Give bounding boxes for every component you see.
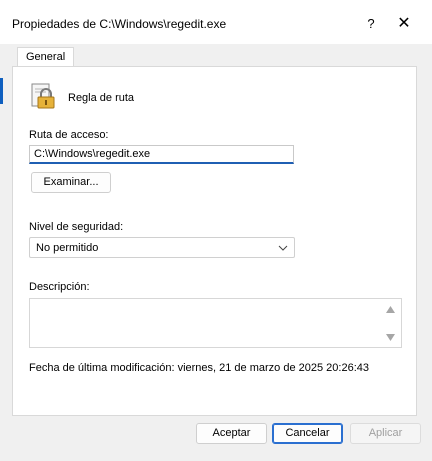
security-level-label: Nivel de seguridad: <box>29 221 124 233</box>
cancel-button[interactable]: Cancelar <box>272 423 343 444</box>
title-bar: Propiedades de C:\Windows\regedit.exe ? … <box>0 0 432 44</box>
apply-button[interactable]: Aplicar <box>350 423 421 444</box>
rule-title: Regla de ruta <box>68 92 135 104</box>
tab-strip: General <box>0 44 432 68</box>
window-title: Propiedades de C:\Windows\regedit.exe <box>12 17 227 31</box>
close-button[interactable]: ✕ <box>392 13 416 35</box>
security-level-select[interactable]: No permitido <box>29 237 295 258</box>
path-input[interactable] <box>29 145 294 164</box>
browse-button[interactable]: Examinar... <box>31 172 111 193</box>
scroll-up-arrow-icon[interactable] <box>386 306 395 313</box>
security-level-value: No permitido <box>36 242 99 254</box>
help-button[interactable]: ? <box>360 13 382 35</box>
lock-document-icon <box>31 83 55 109</box>
description-textarea[interactable] <box>29 298 402 348</box>
description-label: Descripción: <box>29 281 90 293</box>
path-label: Ruta de acceso: <box>29 129 109 141</box>
ok-button[interactable]: Aceptar <box>196 423 267 444</box>
focus-accent-bar <box>0 78 3 104</box>
tab-general[interactable]: General <box>17 47 75 68</box>
chevron-down-icon <box>278 245 288 251</box>
scroll-down-arrow-icon[interactable] <box>386 334 395 341</box>
last-modified-text: Fecha de última modificación: viernes, 2… <box>29 362 369 374</box>
